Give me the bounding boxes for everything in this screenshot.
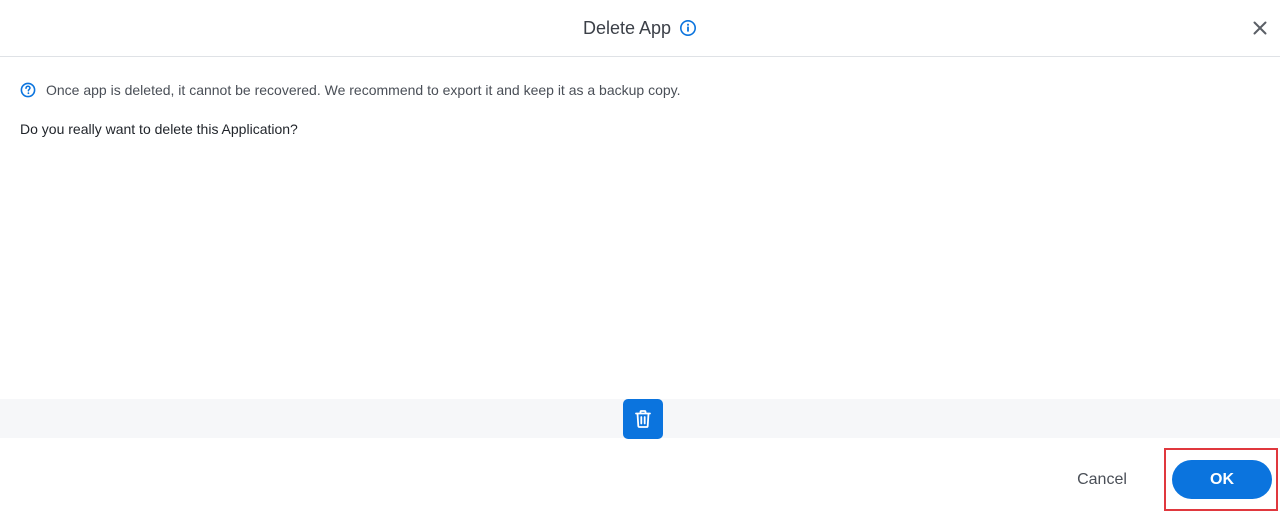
close-icon <box>1253 21 1267 35</box>
dialog-title: Delete App <box>582 17 672 38</box>
ok-button[interactable]: OK <box>1172 460 1272 499</box>
delete-app-dialog: Delete App Once app is deleted, it canno… <box>0 0 1280 519</box>
trash-button[interactable] <box>623 399 663 439</box>
trash-icon <box>635 410 651 428</box>
close-button[interactable] <box>1248 16 1272 40</box>
dialog-header: Delete App <box>0 0 1280 57</box>
notice-text: Once app is deleted, it cannot be recove… <box>46 82 681 98</box>
title-wrap: Delete App <box>583 18 697 39</box>
help-circle-icon <box>20 82 36 98</box>
info-icon[interactable] <box>679 19 697 37</box>
warning-notice: Once app is deleted, it cannot be recove… <box>20 82 681 98</box>
cancel-button[interactable]: Cancel <box>1066 464 1138 496</box>
confirm-question: Do you really want to delete this Applic… <box>20 121 298 137</box>
